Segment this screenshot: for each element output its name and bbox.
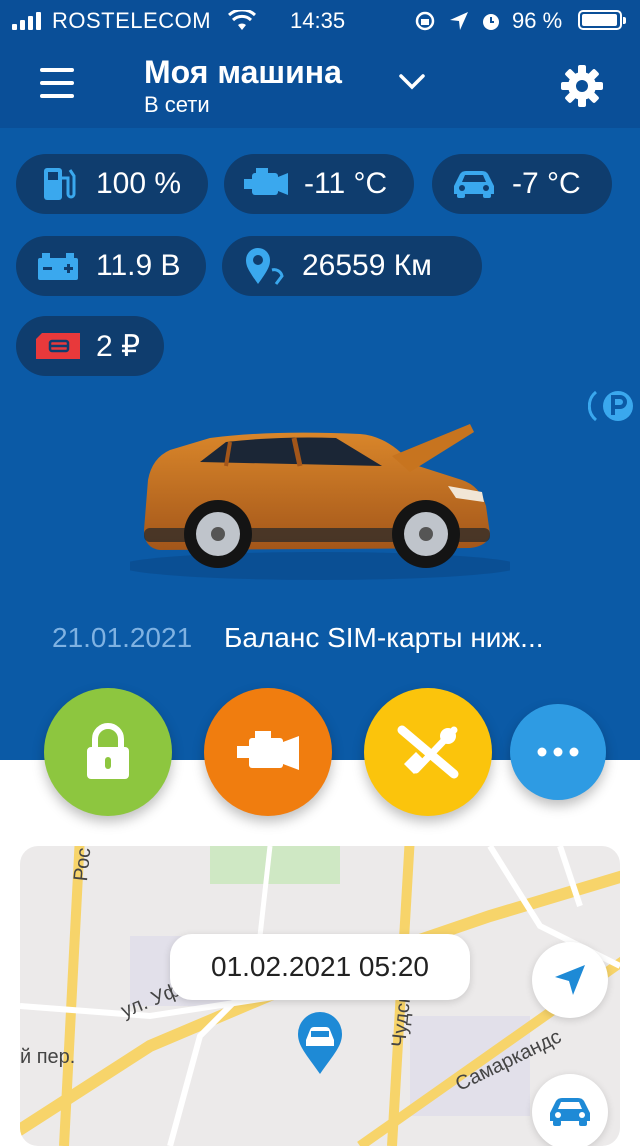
carrier-name: ROSTELECOM bbox=[52, 8, 212, 33]
more-button[interactable] bbox=[510, 704, 606, 800]
map-label-lane: й пер. bbox=[20, 1046, 76, 1068]
wifi-icon bbox=[228, 10, 256, 30]
chevron-down-icon[interactable] bbox=[398, 70, 426, 94]
car-map-pin-icon[interactable] bbox=[296, 1012, 344, 1076]
signal-icon bbox=[12, 12, 46, 30]
location-arrow-icon bbox=[450, 12, 468, 30]
engine-temp-value: -11 °C bbox=[304, 167, 388, 200]
map-view[interactable]: ул. Уфимское шоссе Чудская Самаркандс й … bbox=[20, 846, 620, 1146]
cabin-temp-value: -7 °C bbox=[512, 167, 581, 200]
battery-percent: 96 % bbox=[512, 8, 563, 33]
tools-icon bbox=[397, 725, 459, 779]
car-battery-icon bbox=[34, 246, 82, 286]
status-bar: ROSTELECOM 14:35 96 % bbox=[0, 0, 640, 40]
engine-start-button[interactable] bbox=[204, 688, 332, 816]
battery-fill bbox=[582, 14, 617, 26]
sim-balance-chip[interactable]: 2 ₽ bbox=[16, 316, 164, 376]
engine-icon bbox=[242, 164, 290, 204]
sim-balance-value: 2 ₽ bbox=[96, 329, 141, 363]
map-timestamp: 01.02.2021 05:20 bbox=[170, 934, 470, 1000]
battery-chip[interactable]: 11.9 В bbox=[16, 236, 206, 296]
fuel-value: 100 % bbox=[96, 167, 182, 200]
sim-card-icon bbox=[34, 326, 82, 366]
car-icon bbox=[450, 164, 498, 204]
rotation-lock-icon bbox=[415, 11, 435, 31]
mileage-chip[interactable]: 26559 Км bbox=[222, 236, 482, 296]
page-title[interactable]: Моя машина bbox=[144, 54, 342, 91]
engine-icon bbox=[237, 731, 299, 770]
gear-icon[interactable] bbox=[560, 64, 604, 108]
notice-text[interactable]: Баланс SIM-карты ниж... bbox=[224, 622, 544, 654]
clock: 14:35 bbox=[290, 8, 346, 33]
alarm-icon bbox=[483, 14, 499, 30]
route-pin-icon bbox=[240, 246, 288, 286]
fuel-icon bbox=[34, 164, 82, 204]
engine-temp-chip[interactable]: -11 °C bbox=[224, 154, 414, 214]
parking-icon bbox=[588, 390, 633, 422]
car-illustration bbox=[130, 424, 510, 580]
notice-date: 21.01.2021 bbox=[52, 622, 193, 653]
car-icon bbox=[550, 1098, 590, 1126]
connection-status: В сети bbox=[144, 92, 210, 117]
navigation-arrow-icon bbox=[555, 965, 585, 995]
more-dots-icon bbox=[537, 747, 579, 757]
cabin-temp-chip[interactable]: -7 °C bbox=[432, 154, 612, 214]
my-location-button[interactable] bbox=[532, 942, 608, 1018]
fuel-chip[interactable]: 100 % bbox=[16, 154, 208, 214]
show-car-button[interactable] bbox=[532, 1074, 608, 1146]
service-button[interactable] bbox=[364, 688, 492, 816]
mileage-value: 26559 Км bbox=[302, 249, 432, 282]
menu-icon[interactable] bbox=[40, 68, 74, 98]
battery-voltage: 11.9 В bbox=[96, 249, 181, 282]
lock-button[interactable] bbox=[44, 688, 172, 816]
lock-icon bbox=[87, 723, 129, 779]
battery-icon bbox=[578, 10, 626, 30]
map-label-ros: Рос bbox=[70, 846, 96, 883]
